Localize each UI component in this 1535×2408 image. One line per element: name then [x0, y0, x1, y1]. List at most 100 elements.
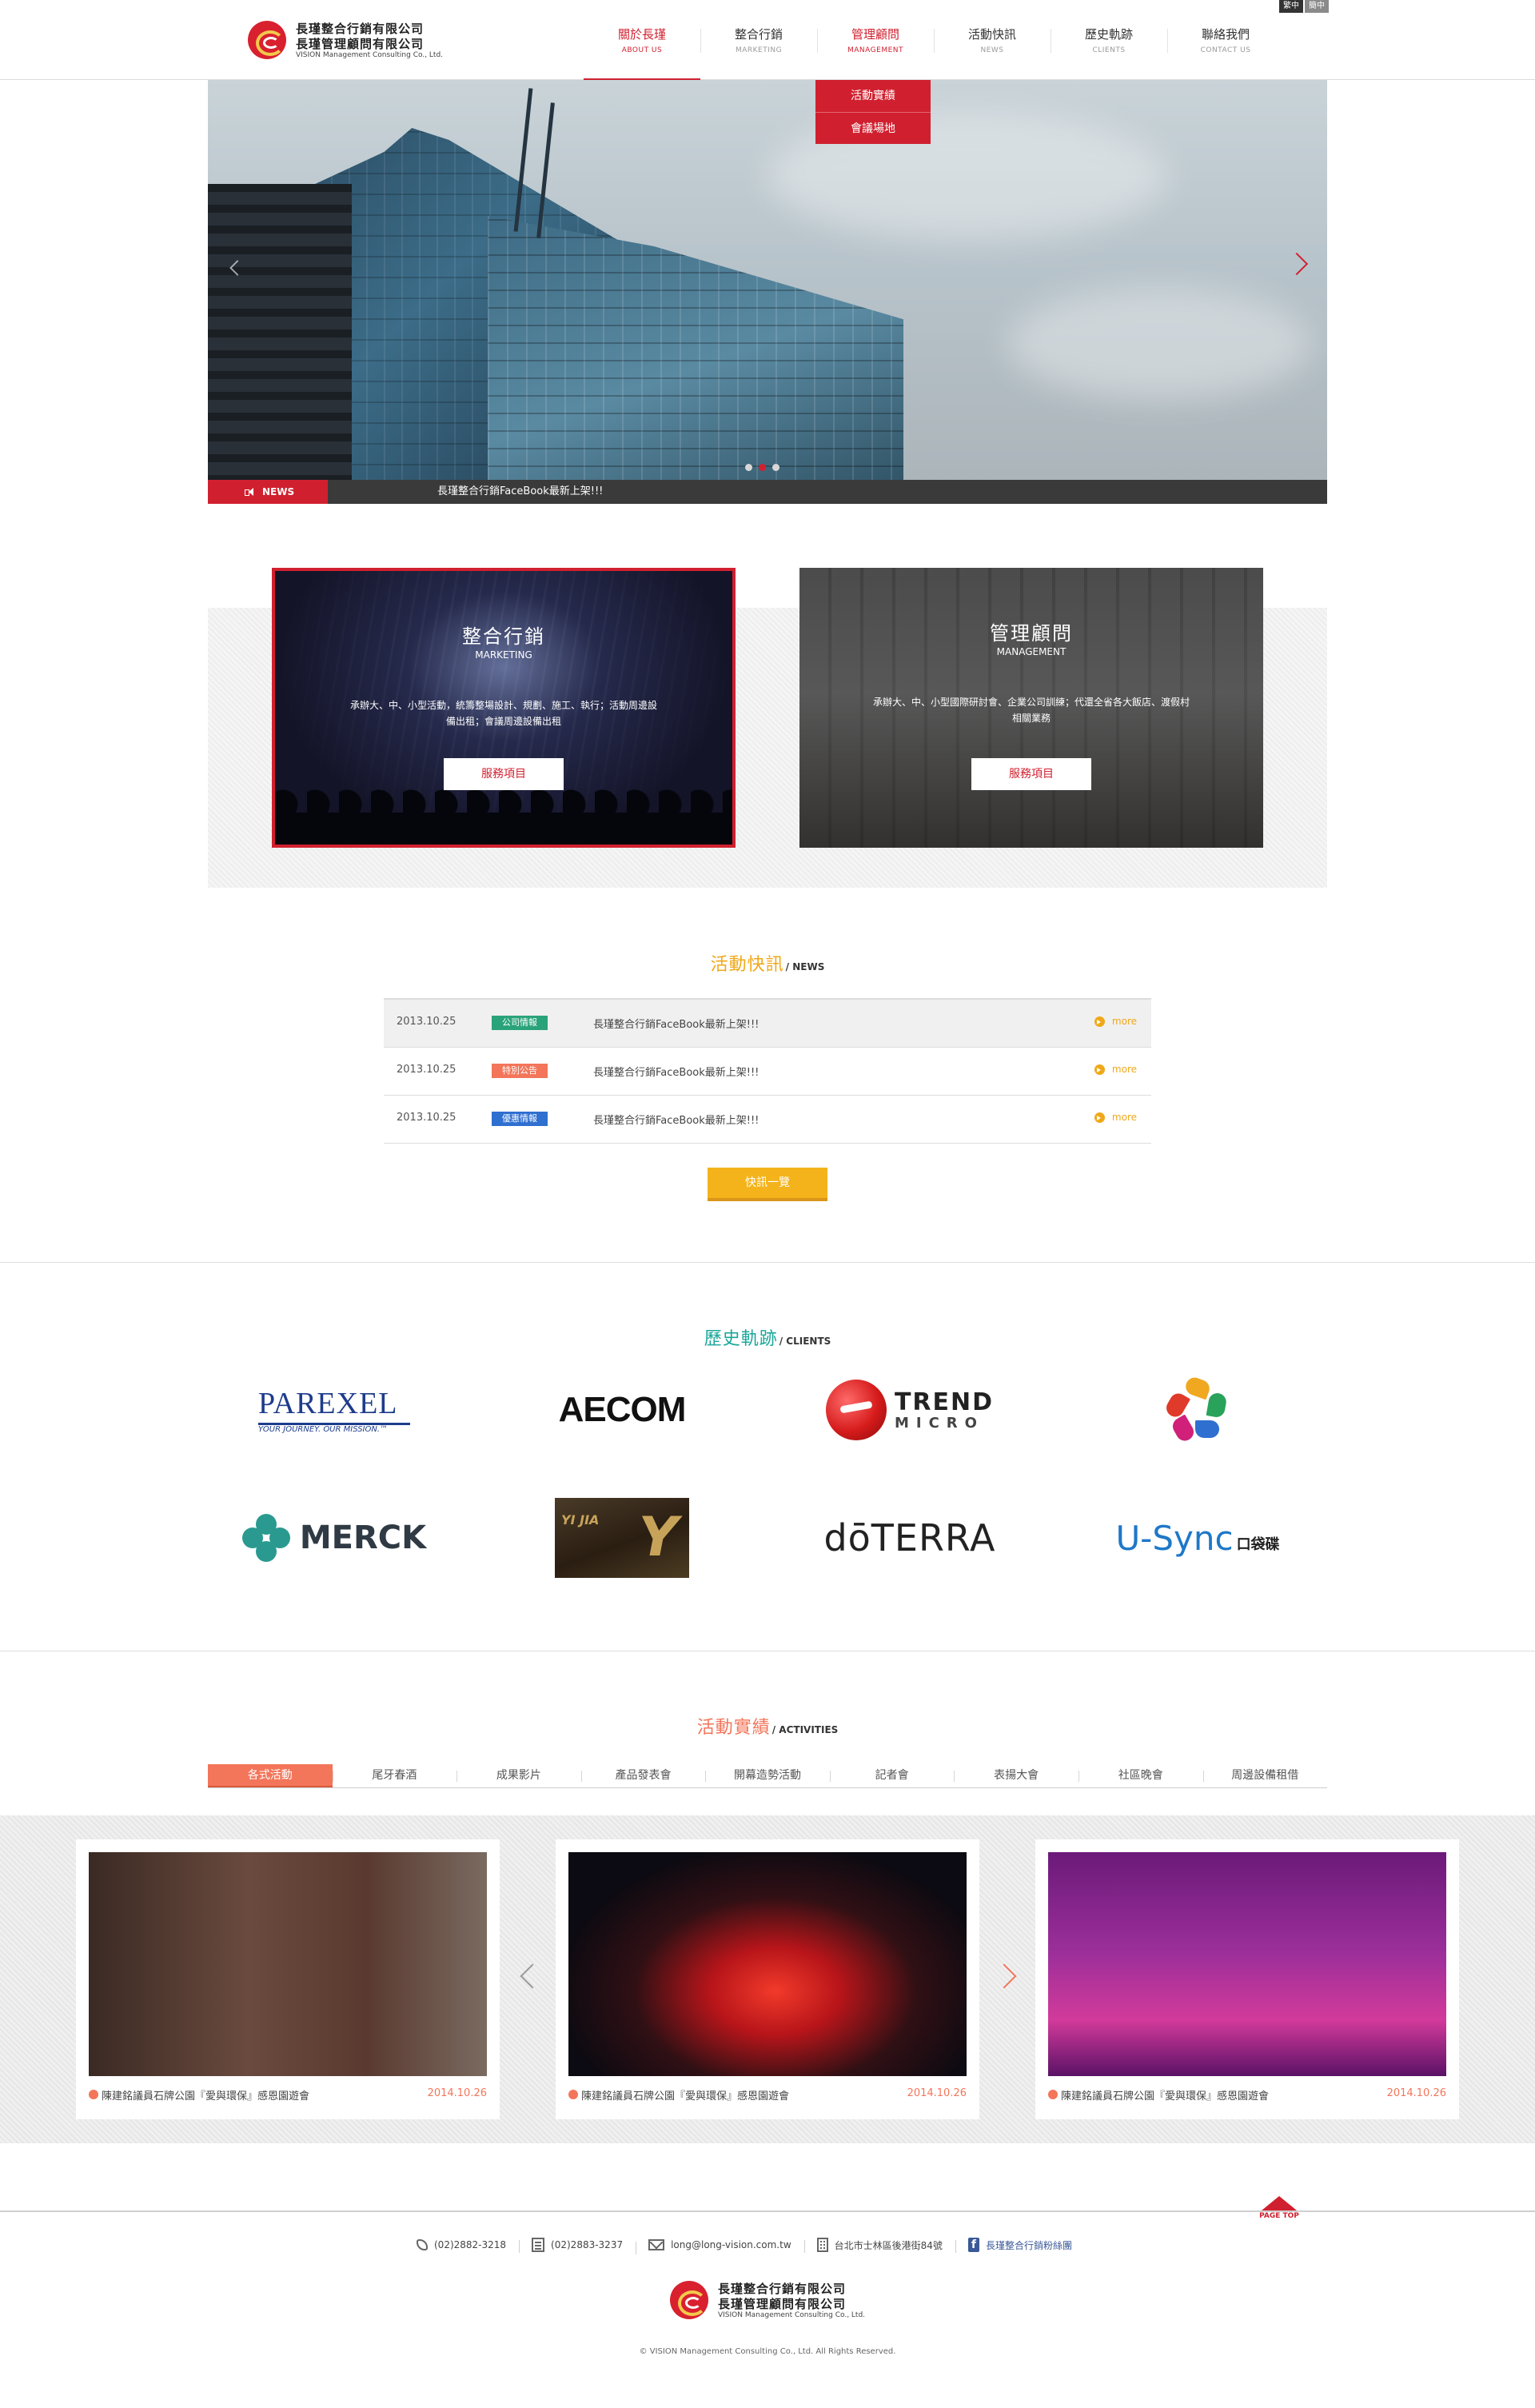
footer-logo[interactable]: 長瑾整合行銷有限公司 長瑾管理顧問有限公司 VISION Management … — [670, 2279, 878, 2324]
nav-label: 聯絡我們 — [1201, 27, 1250, 42]
facebook-fanpage-link[interactable]: f 長瑾整合行銷粉絲團 — [955, 2238, 1085, 2253]
activity-card[interactable]: 陳建銘議員石牌公園『愛與環保』感恩園遊會 2014.10.26 — [76, 1839, 500, 2119]
service-items-button[interactable]: 服務項目 — [444, 758, 564, 790]
tab-year-end-party[interactable]: 尾牙春酒 — [332, 1764, 457, 1787]
contact-address: 台北市士林區後港街84號 — [803, 2238, 955, 2253]
news-title-en: / NEWS — [785, 961, 825, 972]
service-subtitle: MARKETING — [475, 649, 532, 661]
nav-label: 活動快訊 — [967, 27, 1016, 42]
client-logo-emblem[interactable] — [1078, 1366, 1318, 1454]
phone-number: (02)2882-3218 — [434, 2239, 507, 2250]
nav-item-clients[interactable]: 歷史軌跡 CLIENTS — [1051, 0, 1167, 80]
nav-item-about[interactable]: 關於長瑾 ABOUT US — [584, 0, 700, 81]
news-title[interactable]: 長瑾整合行銷FaceBook最新上架!!! — [593, 1064, 759, 1079]
trend-micro-mark-icon — [825, 1380, 887, 1440]
copyright-text: © VISION Management Consulting Co., Ltd.… — [639, 2347, 896, 2356]
nav-item-management[interactable]: 管理顧問 MANAGEMENT — [817, 0, 934, 80]
hero-news-ticker: NEWS 長瑾整合行銷FaceBook最新上架!!! — [208, 480, 1327, 504]
news-title[interactable]: 長瑾整合行銷FaceBook最新上架!!! — [593, 1112, 759, 1127]
caption-bullet-icon — [89, 2090, 98, 2099]
aecom-name: AECOM — [558, 1390, 687, 1429]
logo-name-line1: 長瑾整合行銷有限公司 — [296, 22, 425, 36]
more-arrow-icon — [1094, 1112, 1105, 1123]
hero-dot[interactable] — [772, 464, 779, 471]
hero-dot-active[interactable] — [759, 464, 766, 471]
doterra-name: dōTERRA — [823, 1516, 996, 1559]
tab-all-events[interactable]: 各式活動 — [208, 1764, 333, 1787]
more-label: more — [1111, 1112, 1137, 1123]
dropdown-item-activities[interactable]: 活動實績 — [815, 80, 931, 112]
tab-awards[interactable]: 表揚大會 — [954, 1764, 1078, 1787]
tab-product-launch[interactable]: 產品發表會 — [580, 1764, 706, 1787]
hero-slider: NEWS 長瑾整合行銷FaceBook最新上架!!! — [208, 80, 1327, 504]
tab-videos[interactable]: 成果影片 — [457, 1764, 581, 1787]
news-row[interactable]: 2013.10.25 公司情報 長瑾整合行銷FaceBook最新上架!!! mo… — [384, 1000, 1151, 1048]
dropdown-item-venues[interactable]: 會議場地 — [815, 112, 931, 144]
client-logo-parexel[interactable]: PAREXEL YOUR JOURNEY. OUR MISSION.™ — [214, 1366, 454, 1454]
activity-photo[interactable] — [568, 1852, 967, 2076]
activity-title[interactable]: 陳建銘議員石牌公園『愛與環保』感恩園遊會 — [102, 2091, 309, 2103]
tab-community-evening[interactable]: 社區晚會 — [1078, 1764, 1203, 1787]
footer-divider — [0, 2210, 1535, 2212]
phone-icon — [417, 2239, 428, 2250]
email-address[interactable]: long@long-vision.com.tw — [671, 2239, 791, 2250]
activity-date: 2014.10.26 — [907, 2087, 967, 2099]
logo-name-line1: 長瑾整合行銷有限公司 — [718, 2282, 847, 2296]
client-logo-yijia[interactable]: YI JIA Y — [502, 1494, 742, 1582]
clients-section-title: 歷史軌跡 / CLIENTS — [0, 1324, 1535, 1350]
tab-press-conference[interactable]: 記者會 — [829, 1764, 955, 1787]
news-more-link[interactable]: more — [1094, 1064, 1137, 1075]
news-all-button[interactable]: 快訊一覽 — [708, 1168, 827, 1201]
client-logo-usync[interactable]: U-Sync 口袋碟 — [1078, 1494, 1318, 1582]
hero-building-side — [208, 184, 352, 504]
parexel-name: PAREXEL — [258, 1387, 398, 1420]
logo-mark-icon — [248, 21, 286, 59]
activity-card[interactable]: 陳建銘議員石牌公園『愛與環保』感恩園遊會 2014.10.26 — [1035, 1839, 1459, 2119]
hero-next-arrow-icon[interactable] — [1285, 252, 1309, 276]
news-more-link[interactable]: more — [1094, 1112, 1137, 1123]
news-ticker-text[interactable]: 長瑾整合行銷FaceBook最新上架!!! — [437, 480, 603, 504]
lang-simplified-button[interactable]: 簡中 — [1305, 0, 1329, 13]
activity-title[interactable]: 陳建銘議員石牌公園『愛與環保』感恩園遊會 — [1061, 2091, 1269, 2103]
nav-item-marketing[interactable]: 整合行銷 MARKETING — [700, 0, 817, 80]
client-logo-trend-micro[interactable]: TREND MICRO — [790, 1366, 1030, 1454]
news-list: 2013.10.25 公司情報 長瑾整合行銷FaceBook最新上架!!! mo… — [384, 998, 1151, 1144]
contact-phone: (02)2882-3218 — [404, 2239, 519, 2250]
news-ticker-label: NEWS — [208, 480, 328, 504]
service-items-button[interactable]: 服務項目 — [971, 758, 1091, 790]
contact-email[interactable]: long@long-vision.com.tw — [636, 2239, 804, 2254]
nav-item-news[interactable]: 活動快訊 NEWS — [934, 0, 1051, 80]
activity-title[interactable]: 陳建銘議員石牌公園『愛與環保』感恩園遊會 — [581, 2091, 789, 2103]
news-title[interactable]: 長瑾整合行銷FaceBook最新上架!!! — [593, 1016, 759, 1031]
service-card-marketing[interactable]: 整合行銷 MARKETING 承辦大、中、小型活動，統籌整場設計、規劃、施工、執… — [272, 568, 736, 848]
news-more-link[interactable]: more — [1094, 1016, 1137, 1027]
client-logo-merck[interactable]: MERCK — [214, 1494, 454, 1582]
logo-mark-icon — [670, 2281, 708, 2319]
service-title: 整合行銷 — [462, 625, 545, 648]
service-card-management[interactable]: 管理顧問 MANAGEMENT 承辦大、中、小型國際研討會、企業公司訓練；代還全… — [799, 568, 1263, 848]
client-logo-doterra[interactable]: dōTERRA — [790, 1494, 1030, 1582]
activity-card[interactable]: 陳建銘議員石牌公園『愛與環保』感恩園遊會 2014.10.26 — [556, 1839, 979, 2119]
nav-item-contact[interactable]: 聯絡我們 CONTACT US — [1167, 0, 1284, 80]
hero-dot[interactable] — [745, 464, 752, 471]
facebook-label[interactable]: 長瑾整合行銷粉絲團 — [986, 2238, 1072, 2252]
site-logo[interactable]: 長瑾整合行銷有限公司 長瑾管理顧問有限公司 VISION Management … — [248, 19, 456, 64]
logo-name-en: VISION Management Consulting Co., Ltd. — [296, 51, 444, 59]
caption-bullet-icon — [568, 2090, 578, 2099]
activity-date: 2014.10.26 — [427, 2087, 487, 2099]
footer-contacts: (02)2882-3218 (02)2883-3237 long@long-vi… — [404, 2235, 1085, 2254]
logo-name-en: VISION Management Consulting Co., Ltd. — [718, 2311, 866, 2319]
page-top-button[interactable]: PAGE TOP — [1259, 2196, 1299, 2220]
news-row[interactable]: 2013.10.25 優惠情報 長瑾整合行銷FaceBook最新上架!!! mo… — [384, 1096, 1151, 1144]
client-logo-aecom[interactable]: AECOM — [502, 1366, 742, 1454]
tab-equipment-rental[interactable]: 周邊設備租借 — [1202, 1764, 1328, 1787]
service-title: 管理顧問 — [990, 622, 1073, 645]
tab-opening-events[interactable]: 開幕造勢活動 — [705, 1764, 830, 1787]
hero-cloud — [1007, 288, 1311, 400]
news-ticker-label-text: NEWS — [262, 486, 295, 497]
activity-photo[interactable] — [89, 1852, 487, 2076]
activity-photo[interactable] — [1048, 1852, 1446, 2076]
concert-crowd-image — [275, 781, 732, 845]
news-row[interactable]: 2013.10.25 特別公告 長瑾整合行銷FaceBook最新上架!!! mo… — [384, 1048, 1151, 1096]
news-date: 2013.10.25 — [397, 1064, 457, 1076]
